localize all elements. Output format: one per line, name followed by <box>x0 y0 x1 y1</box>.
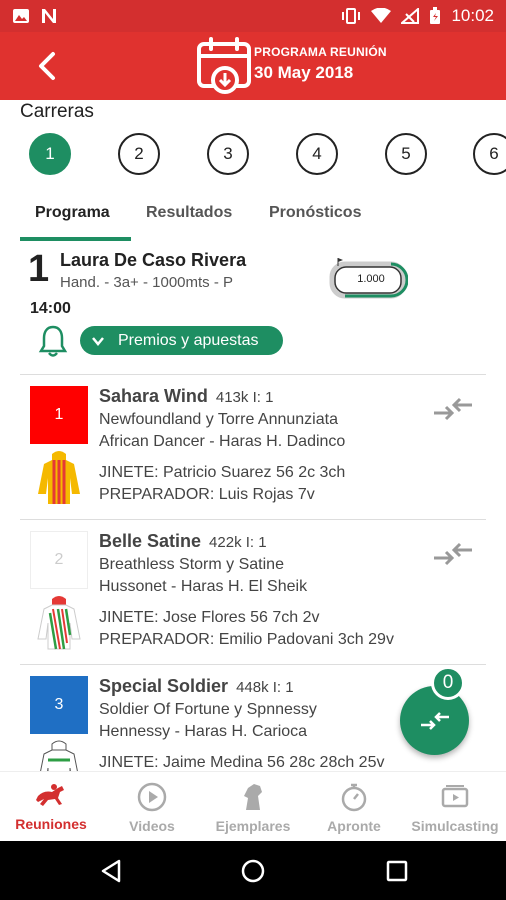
stopwatch-icon <box>341 783 367 812</box>
divider <box>20 374 486 375</box>
header-date: 30 May 2018 <box>254 63 354 82</box>
nav-label: Videos <box>129 818 175 834</box>
horse-owner: Hennessy - Haras H. Carioca <box>99 723 308 740</box>
bell-icon[interactable] <box>38 324 68 358</box>
gallery-icon <box>13 9 29 23</box>
saddle-cloth-3: 3 <box>30 676 88 734</box>
race-name: Laura De Caso Rivera <box>60 250 247 270</box>
horse-breeding: Newfoundland y Torre Annunziata <box>99 411 338 428</box>
header-subtitle: PROGRAMA REUNIÓN <box>254 45 387 59</box>
horse-meta: 413k I: 1 <box>215 389 274 406</box>
premios-label: Premios y apuestas <box>118 331 259 349</box>
vibrate-icon <box>342 8 361 24</box>
jockey-silks-icon <box>37 596 81 650</box>
tab-programa[interactable]: Programa <box>35 204 110 222</box>
compare-arrows-icon[interactable] <box>432 396 474 422</box>
tab-bar: Programa Resultados Pronósticos <box>20 196 506 241</box>
n-app-icon <box>42 9 56 23</box>
nav-apronte[interactable]: Apronte <box>304 772 404 842</box>
divider <box>20 519 486 520</box>
app-bar: PROGRAMA REUNIÓN 30 May 2018 <box>0 32 506 100</box>
status-bar: 10:02 <box>0 0 506 32</box>
runner-row[interactable]: 2 Belle Satine 422k I: 1 Breathless Storm… <box>0 521 506 665</box>
chevron-down-icon <box>92 337 104 346</box>
nav-reuniones[interactable]: Reuniones <box>1 772 101 842</box>
race-button-1[interactable]: 1 <box>29 133 71 175</box>
horse-meta: 448k I: 1 <box>236 679 294 696</box>
runner-row[interactable]: 1 Sahara Wind 413k I: 1 Newfoundland y To… <box>0 376 506 520</box>
race-button-6[interactable]: 6 <box>473 133 506 175</box>
race-number: 1 <box>28 248 50 290</box>
horse-owner: Hussonet - Haras H. El Sheik <box>99 578 308 595</box>
nav-simulcasting[interactable]: Simulcasting <box>405 772 505 842</box>
compare-arrows-icon <box>420 711 449 730</box>
race-button-2[interactable]: 2 <box>118 133 160 175</box>
play-icon <box>137 782 167 812</box>
nav-label: Apronte <box>327 818 381 834</box>
races-title: Carreras <box>20 101 94 122</box>
recents-square-icon[interactable] <box>386 859 408 883</box>
horse-meta: 422k I: 1 <box>209 534 267 551</box>
race-selector: 1 2 3 4 5 6 <box>29 133 506 175</box>
jockey-silks-icon <box>38 451 80 504</box>
nav-label: Reuniones <box>15 816 87 832</box>
saddle-number: 1 <box>54 406 64 423</box>
battery-icon <box>430 7 441 24</box>
horse-name: Special Soldier 448k I: 1 <box>99 676 294 696</box>
home-circle-icon[interactable] <box>241 859 265 883</box>
nav-label: Ejemplares <box>215 818 291 834</box>
trainer-info: PREPARADOR: Luis Rojas 7v <box>99 486 315 503</box>
horse-breeding: Soldier Of Fortune y Spnnessy <box>99 701 317 718</box>
horse-head-icon <box>244 784 262 810</box>
compare-arrows-icon[interactable] <box>432 541 474 567</box>
back-arrow-icon[interactable] <box>28 46 68 86</box>
nav-ejemplares[interactable]: Ejemplares <box>203 772 303 842</box>
nav-videos[interactable]: Videos <box>102 772 202 842</box>
bottom-navigation: Reuniones Videos Ejemplares Apronte Simu… <box>0 771 506 841</box>
tab-indicator <box>20 237 131 241</box>
premios-button[interactable]: Premios y apuestas <box>80 326 283 355</box>
signal-off-icon <box>401 8 420 24</box>
fab-badge: 0 <box>431 666 465 700</box>
race-button-4[interactable]: 4 <box>296 133 338 175</box>
jockey-silks-icon <box>40 740 78 771</box>
trainer-info: PREPARADOR: Emilio Padovani 3ch 29v <box>99 631 394 648</box>
saddle-number: 3 <box>54 696 64 713</box>
jockey-info: JINETE: Jose Flores 56 7ch 2v <box>99 609 320 626</box>
saddle-cloth-2: 2 <box>30 531 88 589</box>
jockey-info: JINETE: Jaime Medina 56 28c 28ch 25v <box>99 754 385 771</box>
horse-owner: African Dancer - Haras H. Dadinco <box>99 433 346 450</box>
back-triangle-icon[interactable] <box>100 859 122 883</box>
jockey-info: JINETE: Patricio Suarez 56 2c 3ch <box>99 464 346 481</box>
tab-resultados[interactable]: Resultados <box>146 204 232 222</box>
nav-label: Simulcasting <box>411 818 499 834</box>
saddle-number: 2 <box>54 551 64 568</box>
system-navigation-bar <box>0 841 506 900</box>
calendar-download-icon <box>197 37 251 94</box>
race-button-3[interactable]: 3 <box>207 133 249 175</box>
horse-name: Sahara Wind 413k I: 1 <box>99 386 274 406</box>
compare-fab[interactable] <box>400 686 469 755</box>
race-button-5[interactable]: 5 <box>385 133 427 175</box>
race-time: 14:00 <box>30 300 71 317</box>
tab-pronosticos[interactable]: Pronósticos <box>269 204 361 222</box>
horse-racing-icon <box>36 784 64 806</box>
status-time: 10:02 <box>451 6 494 25</box>
wifi-icon <box>371 8 392 23</box>
horse-name: Belle Satine 422k I: 1 <box>99 531 267 551</box>
horse-breeding: Breathless Storm y Satine <box>99 556 284 573</box>
distance-label: 1.000 <box>357 273 385 285</box>
divider <box>20 664 486 665</box>
tv-play-icon <box>441 785 469 808</box>
saddle-cloth-1: 1 <box>30 386 88 444</box>
race-details: Hand. - 3a+ - 1000mts - P <box>60 274 233 291</box>
